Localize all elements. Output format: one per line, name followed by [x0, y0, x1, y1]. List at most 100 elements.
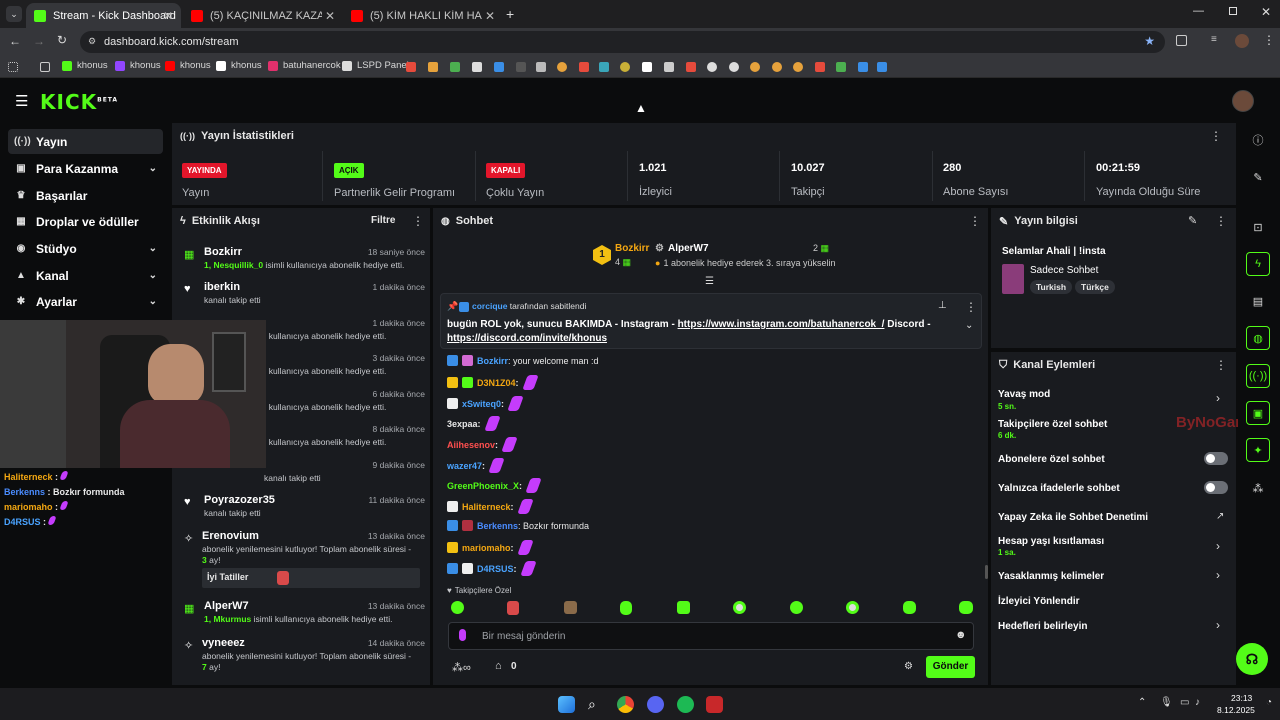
bookmark-icon[interactable]: [815, 62, 825, 72]
save-rail-icon[interactable]: ▣: [1246, 401, 1270, 425]
chat-user[interactable]: Aiihesenov: [447, 440, 495, 450]
help-button[interactable]: ☊: [1236, 643, 1268, 675]
emote-only-toggle[interactable]: [1204, 481, 1228, 494]
bookmark-icon[interactable]: [516, 62, 526, 72]
bookmark-icon[interactable]: [686, 62, 696, 72]
sidebar-item-kanal[interactable]: ▲ Kanal ⌄: [8, 263, 163, 288]
edit-icon[interactable]: ✎: [1188, 214, 1197, 227]
profile-avatar-icon[interactable]: [1235, 34, 1249, 48]
emote-icon[interactable]: [677, 601, 690, 614]
hamburger-menu-icon[interactable]: ☰: [15, 92, 28, 110]
emote-icon[interactable]: [790, 601, 803, 614]
extensions-icon[interactable]: [1176, 35, 1187, 46]
chevron-right-icon[interactable]: ›: [1216, 391, 1220, 405]
emote-icon[interactable]: [620, 601, 632, 615]
emote-icon[interactable]: [846, 601, 859, 614]
action-followers-only[interactable]: Takipçilere özel sohbet: [998, 419, 1107, 430]
kick-logo[interactable]: KICKBETA: [40, 90, 118, 114]
filter-button[interactable]: Filtre: [371, 215, 395, 226]
more-options-icon[interactable]: ⋮: [412, 214, 424, 228]
pinned-menu-icon[interactable]: ⋮: [965, 300, 977, 314]
points-rail-icon[interactable]: ⁂: [1246, 476, 1270, 500]
chat-scrollbar[interactable]: [985, 565, 988, 579]
sidebar-item-para-kazanma[interactable]: ▣ Para Kazanma ⌄: [8, 156, 163, 181]
tray-up-icon[interactable]: ⌃: [1138, 697, 1146, 708]
emote-icon[interactable]: [903, 601, 916, 614]
bookmark-icon[interactable]: [494, 62, 504, 72]
bookmark-twitch[interactable]: khonus: [115, 60, 161, 71]
bookmark-icon[interactable]: [664, 62, 674, 72]
emote-icon[interactable]: [507, 601, 519, 615]
chat-user[interactable]: wazer47: [447, 461, 482, 471]
bookmark-icon[interactable]: [599, 62, 609, 72]
tab-youtube-1[interactable]: (5) KAÇINILMAZ KAZA! Türkiye ✕: [183, 3, 343, 28]
bookmark-icon[interactable]: [406, 62, 416, 72]
emote-icon[interactable]: [564, 601, 577, 614]
network-icon[interactable]: ▭: [1180, 697, 1189, 708]
bookmark-icon[interactable]: [707, 62, 717, 72]
chevron-right-icon[interactable]: ›: [1216, 568, 1220, 582]
emote-icon[interactable]: [733, 601, 746, 614]
tag-turkish[interactable]: Turkish: [1030, 280, 1073, 294]
action-account-age[interactable]: Hesap yaşı kısıtlaması: [998, 536, 1104, 547]
emote-icon[interactable]: [959, 601, 973, 614]
more-options-icon[interactable]: ⋮: [969, 214, 981, 228]
info-icon[interactable]: ⓘ: [1246, 128, 1270, 152]
chat-user[interactable]: GreenPhoenix_X: [447, 481, 519, 491]
sidebar-item-droplar[interactable]: ▦ Droplar ve ödüller: [8, 209, 163, 234]
browser-menu-icon[interactable]: ⋮: [1263, 33, 1275, 47]
chat-user[interactable]: xSwiteq0: [462, 399, 501, 409]
chat-settings-icon[interactable]: ⚙: [904, 661, 913, 672]
apps-grid-icon[interactable]: [8, 62, 18, 72]
tag-turkce[interactable]: Türkçe: [1075, 280, 1115, 294]
sidebar-item-ayarlar[interactable]: ✱ Ayarlar ⌄: [8, 289, 163, 314]
chat-user[interactable]: Bozkirr: [477, 356, 508, 366]
new-tab-icon[interactable]: +: [506, 6, 514, 22]
chat-user[interactable]: 3expaa: [447, 419, 478, 429]
bookmark-icon[interactable]: [450, 62, 460, 72]
chat-user[interactable]: mariomaho: [462, 543, 511, 553]
instagram-link[interactable]: https://www.instagram.com/batuhanercok_/: [678, 319, 885, 330]
clock-date[interactable]: 8.12.2025: [1217, 705, 1255, 715]
sidebar-item-studyo[interactable]: ◉ Stüdyo ⌄: [8, 236, 163, 261]
emote-icon[interactable]: [451, 601, 464, 614]
tools-rail-icon[interactable]: ✦: [1246, 438, 1270, 462]
bookmark-icon[interactable]: [472, 62, 482, 72]
media-icon[interactable]: ≡: [1211, 34, 1217, 45]
bookmark-kick[interactable]: khonus: [62, 60, 108, 71]
bookmark-icon[interactable]: [836, 62, 846, 72]
tab-youtube-2[interactable]: (5) KİM HAKLI KİM HAKSIZ? | S ✕: [343, 3, 503, 28]
close-tab-icon[interactable]: ✕: [325, 9, 335, 23]
action-raid[interactable]: İzleyici Yönlendir: [998, 596, 1080, 607]
action-slow-mode[interactable]: Yavaş mod: [998, 389, 1050, 400]
mic-icon[interactable]: [459, 629, 466, 641]
pinned-collapse-icon[interactable]: ⌄: [965, 320, 973, 331]
mic-tray-icon[interactable]: 🎙: [1160, 697, 1173, 708]
restore-icon[interactable]: [1229, 7, 1237, 15]
emoji-icon[interactable]: ☻: [955, 629, 967, 641]
sidebar-item-yayin[interactable]: ((·)) Yayın: [8, 129, 163, 154]
external-link-icon[interactable]: ↗: [1216, 511, 1224, 522]
search-icon[interactable]: ⌕: [588, 696, 605, 713]
bookmark-icon[interactable]: [536, 62, 546, 72]
screenshot-icon[interactable]: ⊡: [1246, 215, 1270, 239]
chrome-icon[interactable]: [617, 696, 634, 713]
user-avatar[interactable]: [1232, 90, 1254, 112]
chevron-right-icon[interactable]: ›: [1216, 539, 1220, 553]
minimize-icon[interactable]: —: [1193, 5, 1204, 17]
chat-user[interactable]: D4RSUS: [477, 564, 514, 574]
bookmark-youtube[interactable]: khonus: [165, 60, 211, 71]
close-tab-icon[interactable]: ✕: [163, 9, 173, 23]
close-tab-icon[interactable]: ✕: [485, 9, 495, 23]
pinned-message[interactable]: 📌 corcique tarafından sabitlendi ⊥ ⋮ ⌄ b…: [440, 293, 982, 349]
volume-icon[interactable]: ♪: [1195, 697, 1200, 708]
chat-user[interactable]: D3N1Z04: [477, 378, 516, 388]
app-icon[interactable]: [706, 696, 723, 713]
bookmark-icon[interactable]: [858, 62, 868, 72]
edit-icon[interactable]: ✎: [1246, 165, 1270, 189]
clock-time[interactable]: 23:13: [1231, 693, 1252, 703]
more-options-icon[interactable]: ⋮: [1215, 358, 1227, 372]
spotify-icon[interactable]: [677, 696, 694, 713]
chat-user[interactable]: Berkenns: [477, 521, 518, 531]
broadcast-rail-icon[interactable]: ((·)): [1246, 364, 1270, 388]
